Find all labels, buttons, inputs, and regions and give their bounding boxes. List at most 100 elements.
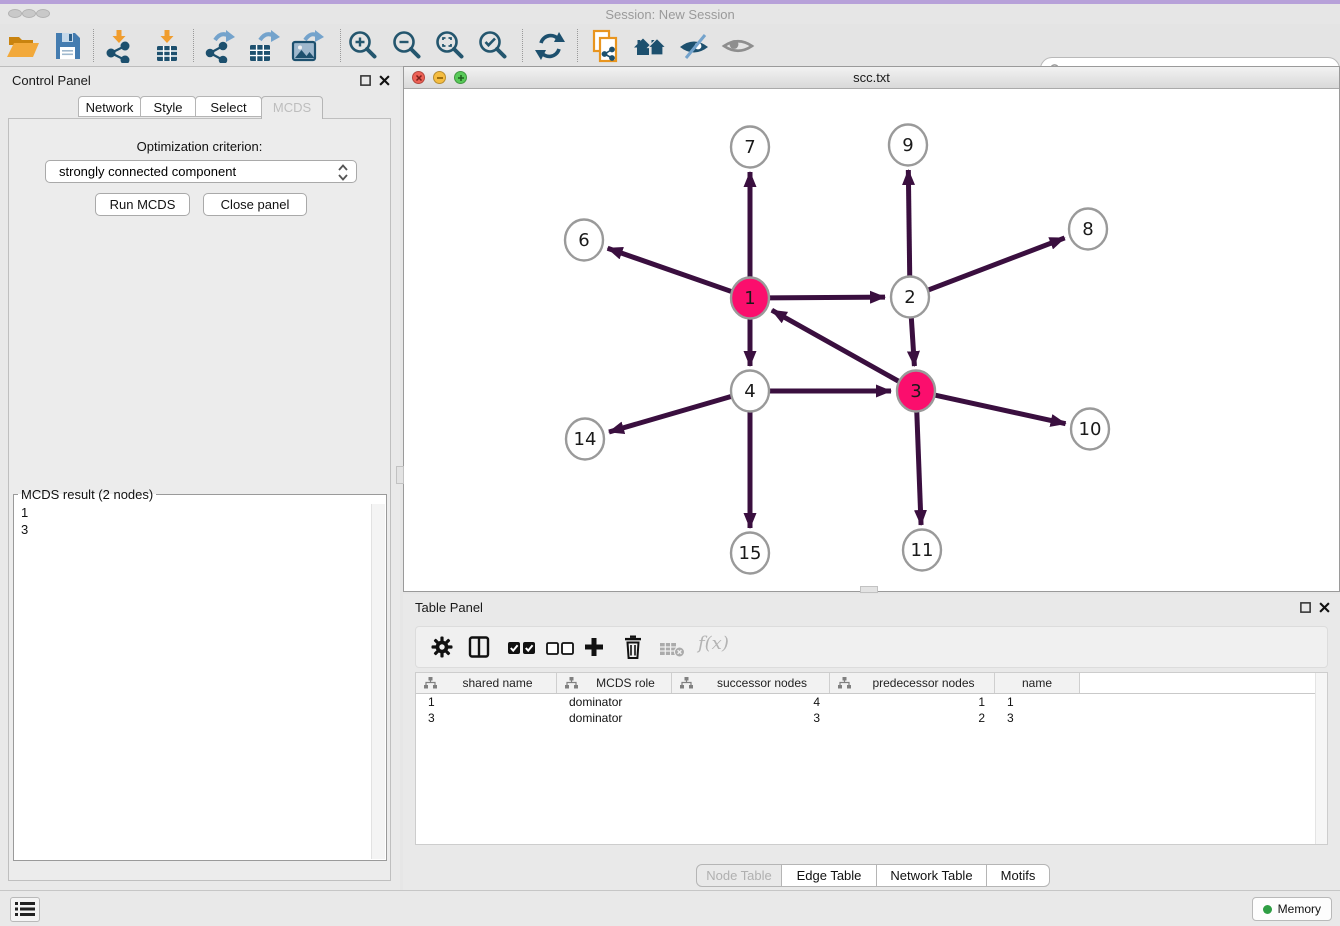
split-panel-button[interactable] bbox=[468, 636, 490, 658]
node-label: 11 bbox=[911, 540, 934, 561]
zoom-out-button[interactable] bbox=[389, 28, 425, 64]
node-label: 9 bbox=[902, 135, 913, 156]
tab-edge-table[interactable]: Edge Table bbox=[781, 864, 877, 887]
tab-motifs[interactable]: Motifs bbox=[986, 864, 1050, 887]
node-9[interactable]: 9 bbox=[889, 125, 927, 166]
column-header-label: name bbox=[1003, 676, 1079, 690]
column-type-icon bbox=[565, 677, 578, 689]
node-10[interactable]: 10 bbox=[1071, 409, 1109, 450]
plus-icon bbox=[583, 636, 605, 658]
toolbar-separator bbox=[340, 29, 341, 62]
floppy-save-icon bbox=[50, 29, 84, 63]
edge-3-11[interactable] bbox=[917, 409, 921, 525]
criterion-select[interactable]: strongly connected component bbox=[45, 160, 357, 183]
nested-networks-button[interactable] bbox=[632, 28, 668, 64]
table-row[interactable]: 1dominator411 bbox=[416, 694, 1327, 710]
column-header-successor-nodes[interactable]: successor nodes bbox=[672, 673, 830, 693]
column-header-label: predecessor nodes bbox=[861, 676, 994, 690]
node-11[interactable]: 11 bbox=[903, 530, 941, 571]
tab-style[interactable]: Style bbox=[140, 96, 196, 117]
hide-style-button[interactable] bbox=[676, 28, 712, 64]
node-table: shared nameMCDS rolesuccessor nodes prede… bbox=[415, 672, 1328, 845]
export-network-button[interactable] bbox=[201, 28, 237, 64]
node-3[interactable]: 3 bbox=[897, 371, 935, 412]
edge-3-1[interactable] bbox=[772, 310, 900, 382]
table-panel: Table Panel bbox=[403, 594, 1340, 890]
table-settings-button[interactable] bbox=[431, 636, 453, 658]
open-session-button[interactable] bbox=[5, 28, 41, 64]
node-2[interactable]: 2 bbox=[891, 277, 929, 318]
zoom-selected-button[interactable] bbox=[475, 28, 511, 64]
result-line: 3 bbox=[15, 521, 385, 538]
column-header-shared-name[interactable]: shared name bbox=[416, 673, 557, 693]
zoom-fit-icon bbox=[433, 29, 467, 63]
node-15[interactable]: 15 bbox=[731, 533, 769, 574]
split-handle-vertical[interactable] bbox=[396, 466, 404, 484]
table-close-button[interactable] bbox=[1319, 601, 1332, 614]
edge-2-9[interactable] bbox=[908, 170, 909, 279]
zoom-fit-button[interactable] bbox=[432, 28, 468, 64]
add-column-button[interactable] bbox=[583, 636, 605, 658]
delete-table-button[interactable] bbox=[659, 640, 685, 658]
column-header-predecessor-nodes[interactable]: predecessor nodes bbox=[830, 673, 995, 693]
node-4[interactable]: 4 bbox=[731, 371, 769, 412]
tab-node-table[interactable]: Node Table bbox=[696, 864, 782, 887]
table-scrollbar[interactable] bbox=[1315, 673, 1327, 844]
run-mcds-button[interactable]: Run MCDS bbox=[95, 193, 190, 216]
float-panel-button[interactable] bbox=[360, 74, 373, 87]
select-all-columns-button[interactable] bbox=[508, 640, 538, 656]
tab-mcds[interactable]: MCDS bbox=[261, 96, 323, 119]
edge-4-14[interactable] bbox=[609, 396, 733, 432]
toolbar-separator bbox=[193, 29, 194, 62]
export-table-button[interactable] bbox=[246, 28, 282, 64]
node-6[interactable]: 6 bbox=[565, 220, 603, 261]
table-row[interactable]: 3dominator323 bbox=[416, 710, 1327, 726]
node-7[interactable]: 7 bbox=[731, 127, 769, 168]
column-header-MCDS-role[interactable]: MCDS role bbox=[557, 673, 672, 693]
network-view-window: scc.txt 7968124314101511 bbox=[403, 66, 1340, 592]
close-panel-button-inner[interactable]: Close panel bbox=[203, 193, 307, 216]
node-label: 3 bbox=[910, 381, 921, 402]
mcds-result-list[interactable]: 13 bbox=[15, 504, 385, 859]
export-image-icon bbox=[290, 29, 324, 63]
close-panel-button[interactable] bbox=[379, 74, 392, 87]
tab-network[interactable]: Network bbox=[78, 96, 141, 117]
zoom-out-icon bbox=[390, 29, 424, 63]
copy-network-button[interactable] bbox=[588, 28, 624, 64]
edge-1-2[interactable] bbox=[768, 297, 885, 298]
table-cell: dominator bbox=[557, 710, 672, 726]
copy-document-icon bbox=[589, 29, 623, 63]
save-session-button[interactable] bbox=[49, 28, 85, 64]
import-table-button[interactable] bbox=[149, 28, 185, 64]
network-graph[interactable]: 7 9 6 8 1 2 4 3 14 10 15 11 bbox=[404, 89, 1339, 591]
node-label: 14 bbox=[574, 429, 597, 450]
zoom-in-button[interactable] bbox=[345, 28, 381, 64]
node-1[interactable]: 1 bbox=[731, 278, 769, 319]
node-8[interactable]: 8 bbox=[1069, 209, 1107, 250]
show-graphics-button[interactable] bbox=[720, 28, 756, 64]
function-builder-button[interactable]: f(x) bbox=[698, 633, 729, 654]
memory-button[interactable]: Memory bbox=[1252, 897, 1332, 921]
split-handle-horizontal[interactable] bbox=[860, 586, 878, 593]
edge-3-10[interactable] bbox=[934, 395, 1066, 424]
delete-column-button[interactable] bbox=[622, 635, 644, 660]
edge-2-3[interactable] bbox=[911, 315, 914, 366]
import-network-button[interactable] bbox=[101, 28, 137, 64]
tab-network-table[interactable]: Network Table bbox=[876, 864, 987, 887]
export-image-button[interactable] bbox=[289, 28, 325, 64]
table-tabs: Node Table Edge Table Network Table Moti… bbox=[403, 864, 1340, 888]
result-scrollbar[interactable] bbox=[371, 504, 385, 859]
refresh-button[interactable] bbox=[532, 28, 568, 64]
edge-1-6[interactable] bbox=[608, 248, 733, 292]
table-float-button[interactable] bbox=[1300, 601, 1313, 614]
column-header-name[interactable]: name bbox=[995, 673, 1080, 693]
task-history-button[interactable] bbox=[10, 897, 40, 922]
node-14[interactable]: 14 bbox=[566, 419, 604, 460]
result-lines-container: 13 bbox=[15, 504, 385, 538]
tab-select[interactable]: Select bbox=[195, 96, 262, 117]
close-icon bbox=[379, 75, 390, 86]
deselect-all-columns-button[interactable] bbox=[546, 640, 576, 656]
table-toolbar: f(x) bbox=[415, 626, 1328, 668]
edge-2-8[interactable] bbox=[927, 238, 1065, 291]
network-canvas[interactable]: 7 9 6 8 1 2 4 3 14 10 15 11 bbox=[404, 89, 1339, 591]
